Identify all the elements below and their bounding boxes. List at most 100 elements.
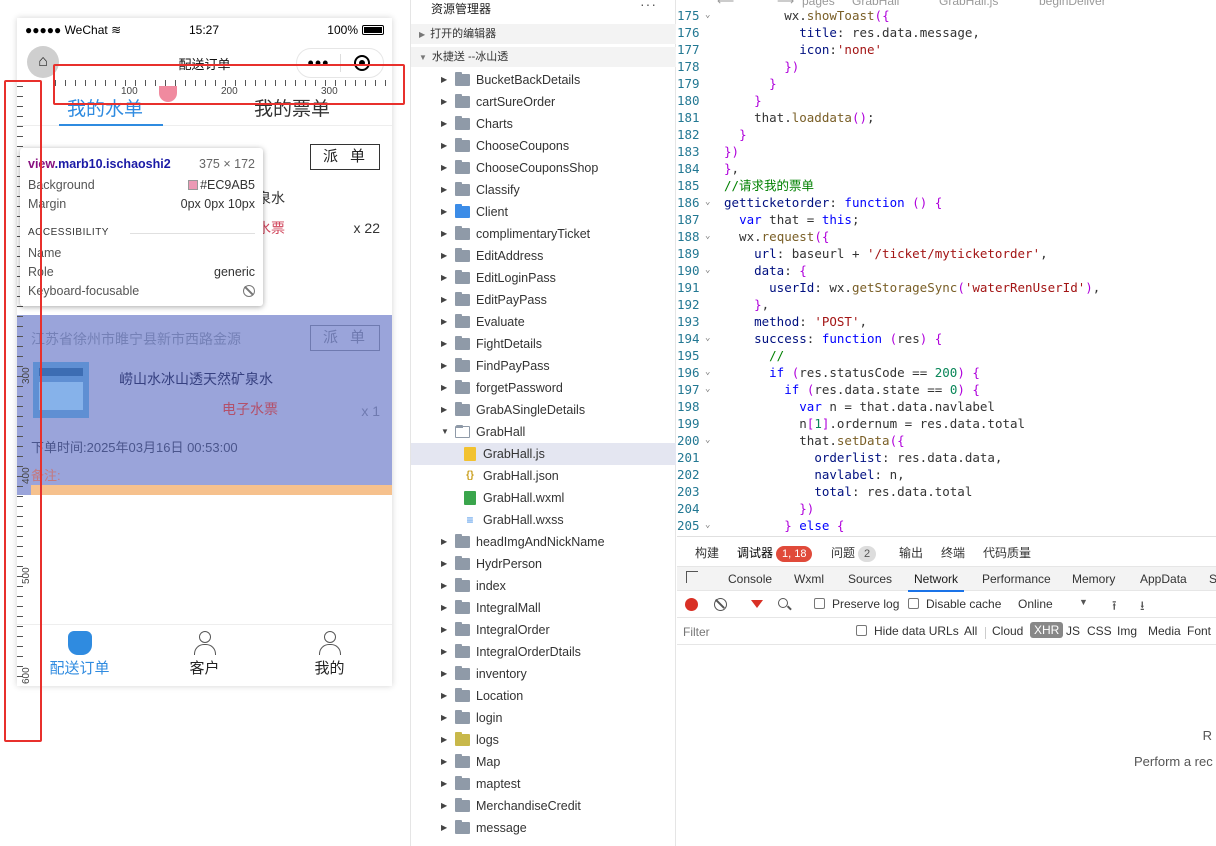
code-line[interactable]: 202 navlabel: n,	[677, 466, 1216, 483]
fold-chevron-icon[interactable]: ⌄	[705, 432, 710, 449]
code-line[interactable]: 178 })	[677, 58, 1216, 75]
code-line[interactable]: 194 ⌄ success: function (res) {	[677, 330, 1216, 347]
type-css[interactable]: CSS	[1087, 624, 1112, 638]
fold-chevron-icon[interactable]: ⌄	[705, 330, 710, 347]
code-line[interactable]: 183})	[677, 143, 1216, 160]
clear-icon[interactable]	[714, 598, 727, 611]
code-line[interactable]: 189 url: baseurl + '/ticket/myticketorde…	[677, 245, 1216, 262]
chevron-right-icon[interactable]: ▶	[441, 817, 447, 839]
type-all[interactable]: All	[964, 624, 977, 638]
code-line[interactable]: 179 }	[677, 75, 1216, 92]
tree-item[interactable]: ▶ ChooseCoupons	[411, 135, 676, 157]
throttling-select[interactable]: Online	[1018, 597, 1053, 611]
disable-cache-checkbox[interactable]	[908, 598, 919, 609]
tree-item[interactable]: ▶ MerchandiseCredit	[411, 795, 676, 817]
code-line[interactable]: 186 ⌄ getticketorder: function () {	[677, 194, 1216, 211]
tree-item[interactable]: ▶ logs	[411, 729, 676, 751]
chevron-right-icon[interactable]: ▶	[441, 707, 447, 729]
tab-build[interactable]: 构建	[695, 544, 719, 561]
dispatch-button[interactable]: 派单	[310, 325, 380, 351]
filter-icon[interactable]	[751, 600, 763, 608]
tree-item[interactable]: ▶ Client	[411, 201, 676, 223]
tree-item[interactable]: ▶ maptest	[411, 773, 676, 795]
chevron-right-icon[interactable]: ▶	[441, 729, 447, 751]
chevron-right-icon[interactable]: ▶	[441, 773, 447, 795]
fold-chevron-icon[interactable]: ⌄	[705, 262, 710, 279]
filter-input[interactable]	[679, 622, 845, 641]
chevron-right-icon[interactable]: ▶	[441, 575, 447, 597]
tree-item[interactable]: ▶ Charts	[411, 113, 676, 135]
tree-item[interactable]: ▶ HydrPerson	[411, 553, 676, 575]
type-media[interactable]: Media	[1148, 624, 1181, 638]
dispatch-button[interactable]: 派单	[310, 144, 380, 170]
section-project[interactable]: ▼ 水捷送 --冰山透	[411, 47, 676, 67]
tree-item[interactable]: ▶ IntegralOrderDtails	[411, 641, 676, 663]
record-icon[interactable]	[685, 598, 698, 611]
section-open-editors[interactable]: ▶ 打开的编辑器	[411, 24, 676, 44]
code-line[interactable]: 187 var that = this;	[677, 211, 1216, 228]
chevron-right-icon[interactable]: ▶	[441, 531, 447, 553]
code-line[interactable]: 198 var n = that.data.navlabel	[677, 398, 1216, 415]
chevron-right-icon[interactable]: ▶	[441, 685, 447, 707]
chevron-right-icon[interactable]: ▶	[441, 597, 447, 619]
code-line[interactable]: 180 }	[677, 92, 1216, 109]
code-line[interactable]: 197 ⌄ if (res.data.state == 0) {	[677, 381, 1216, 398]
code-line[interactable]: 182 }	[677, 126, 1216, 143]
tab-wxml[interactable]: Wxml	[794, 572, 824, 586]
hide-data-urls-checkbox[interactable]	[856, 625, 867, 636]
code-line[interactable]: 176 title: res.data.message,	[677, 24, 1216, 41]
tree-item[interactable]: ▶ cartSureOrder	[411, 91, 676, 113]
export-icon[interactable]: ⭳	[1140, 597, 1145, 619]
tree-item[interactable]: ▶ Map	[411, 751, 676, 773]
tab-problems[interactable]: 问题 2	[831, 544, 877, 562]
tree-item[interactable]: ▶ Location	[411, 685, 676, 707]
tree-item[interactable]: ▼ GrabHall	[411, 421, 676, 443]
tree-item[interactable]: ▶ complimentaryTicket	[411, 223, 676, 245]
code-line[interactable]: 200 ⌄ that.setData({	[677, 432, 1216, 449]
code-line[interactable]: 196 ⌄ if (res.statusCode == 200) {	[677, 364, 1216, 381]
chevron-down-icon[interactable]: ▼	[1079, 597, 1088, 607]
tabbar-mine[interactable]: 我的	[267, 625, 392, 678]
tree-item[interactable]: ▶ FightDetails	[411, 333, 676, 355]
tab-appdata[interactable]: AppData	[1140, 572, 1187, 586]
tree-item[interactable]: GrabHall.js	[411, 443, 676, 465]
tree-item[interactable]: ▶ headImgAndNickName	[411, 531, 676, 553]
tree-item[interactable]: ▶ message	[411, 817, 676, 839]
fold-chevron-icon[interactable]: ⌄	[705, 194, 710, 211]
code-line[interactable]: 192 },	[677, 296, 1216, 313]
tree-item[interactable]: ▶ index	[411, 575, 676, 597]
chevron-right-icon[interactable]: ▶	[441, 641, 447, 663]
chevron-right-icon[interactable]: ▶	[441, 377, 447, 399]
fold-chevron-icon[interactable]: ⌄	[705, 381, 710, 398]
code-line[interactable]: 190 ⌄ data: {	[677, 262, 1216, 279]
preserve-log-checkbox[interactable]	[814, 598, 825, 609]
code-line[interactable]: 195 //	[677, 347, 1216, 364]
chevron-right-icon[interactable]: ▶	[441, 333, 447, 355]
type-font[interactable]: Font	[1187, 624, 1211, 638]
tree-item[interactable]: GrabHall.wxml	[411, 487, 676, 509]
search-icon[interactable]	[778, 598, 788, 608]
chevron-right-icon[interactable]: ▶	[441, 223, 447, 245]
tab-network[interactable]: Network	[907, 572, 965, 592]
type-js[interactable]: JS	[1066, 624, 1080, 638]
fold-chevron-icon[interactable]: ⌄	[705, 228, 710, 245]
explorer-more-button[interactable]: ···	[640, 0, 657, 12]
tree-item[interactable]: ▶ IntegralMall	[411, 597, 676, 619]
code-editor[interactable]: ⟵ ⟶ pages GrabHall GrabHall.js beginDeli…	[677, 0, 1216, 536]
tree-item[interactable]: ▶ GrabASingleDetails	[411, 399, 676, 421]
tree-item[interactable]: ▶ EditAddress	[411, 245, 676, 267]
code-line[interactable]: 205 ⌄ } else {	[677, 517, 1216, 534]
chevron-right-icon[interactable]: ▶	[441, 399, 447, 421]
code-line[interactable]: 177 icon:'none'	[677, 41, 1216, 58]
chevron-right-icon[interactable]: ▶	[441, 619, 447, 641]
chevron-right-icon[interactable]: ▶	[441, 355, 447, 377]
chevron-right-icon[interactable]: ▶	[441, 553, 447, 575]
tree-item[interactable]: ▶ forgetPassword	[411, 377, 676, 399]
code-line[interactable]: 175 ⌄ wx.showToast({	[677, 7, 1216, 24]
chevron-right-icon[interactable]: ▶	[441, 69, 447, 91]
chevron-right-icon[interactable]: ▶	[441, 135, 447, 157]
type-cloud[interactable]: Cloud	[992, 624, 1023, 638]
tree-item[interactable]: ▶ EditPayPass	[411, 289, 676, 311]
chevron-right-icon[interactable]: ▶	[441, 311, 447, 333]
code-line[interactable]: 203 total: res.data.total	[677, 483, 1216, 500]
